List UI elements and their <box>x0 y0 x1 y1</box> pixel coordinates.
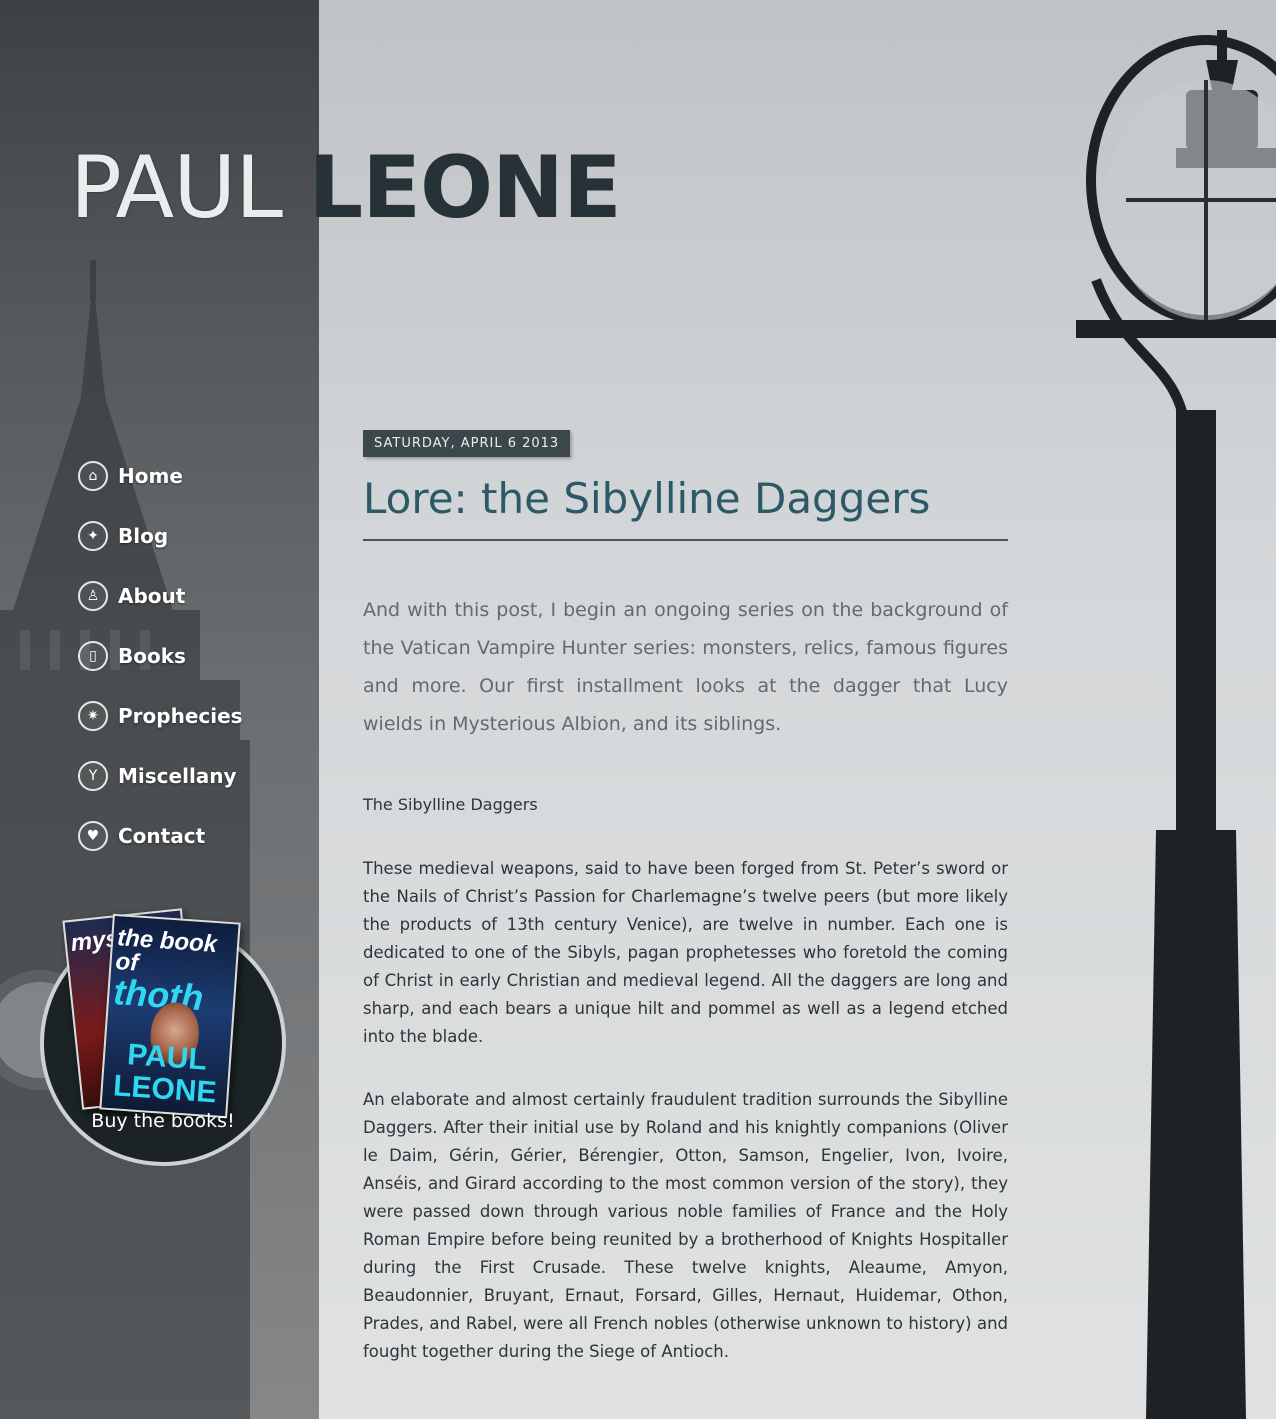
wine-glass-icon: Y <box>78 761 108 791</box>
nav-item-miscellany[interactable]: Y Miscellany <box>78 746 243 806</box>
street-lamp-image <box>1076 30 1276 1419</box>
nav-item-prophecies[interactable]: ✷ Prophecies <box>78 686 243 746</box>
front-book-author: PAUL LEONE <box>112 1038 218 1110</box>
twitter-bird-icon: ✦ <box>78 521 108 551</box>
front-book-title-line1: the book of <box>114 924 219 977</box>
nav-label-miscellany: Miscellany <box>118 764 237 788</box>
site-title-last: LEONE <box>308 138 621 238</box>
nav-label-prophecies: Prophecies <box>118 704 243 728</box>
nav-item-books[interactable]: ▯ Books <box>78 626 243 686</box>
post-date: SATURDAY, APRIL 6 2013 <box>363 430 571 457</box>
site-title[interactable]: PAUL LEONE <box>70 138 622 238</box>
nav-label-blog: Blog <box>118 524 169 548</box>
title-divider <box>363 539 1008 541</box>
nav-label-home: Home <box>118 464 183 488</box>
house-icon: ⌂ <box>78 461 108 491</box>
buy-books-promo[interactable]: mys the book of thoth PAUL LEONE Buy the… <box>40 908 286 1166</box>
nav-item-about[interactable]: ♙ About <box>78 566 243 626</box>
heart-icon: ♥ <box>78 821 108 851</box>
book-cover-book-of-thoth[interactable]: the book of thoth PAUL LEONE <box>99 913 241 1119</box>
book-icon: ▯ <box>78 641 108 671</box>
post-intro: And with this post, I begin an ongoing s… <box>363 599 1008 735</box>
post-subheading: The Sibylline Daggers <box>363 795 538 814</box>
buy-books-label[interactable]: Buy the books! <box>44 1110 282 1132</box>
main-nav: ⌂ Home ✦ Blog ♙ About ▯ Books ✷ Propheci… <box>78 446 243 866</box>
nav-item-contact[interactable]: ♥ Contact <box>78 806 243 866</box>
post-paragraph: An elaborate and almost certainly fraudu… <box>363 1090 1008 1361</box>
post-paragraph: These medieval weapons, said to have bee… <box>363 859 1008 1046</box>
nav-item-home[interactable]: ⌂ Home <box>78 446 243 506</box>
blog-post: SATURDAY, APRIL 6 2013 Lore: the Sibylli… <box>363 430 1008 1366</box>
site-title-first: PAUL <box>70 138 283 238</box>
nav-item-blog[interactable]: ✦ Blog <box>78 506 243 566</box>
nav-label-books: Books <box>118 644 186 668</box>
star-icon: ✷ <box>78 701 108 731</box>
post-title[interactable]: Lore: the Sibylline Daggers <box>363 469 1008 529</box>
person-icon: ♙ <box>78 581 108 611</box>
nav-label-about: About <box>118 584 186 608</box>
nav-label-contact: Contact <box>118 824 206 848</box>
